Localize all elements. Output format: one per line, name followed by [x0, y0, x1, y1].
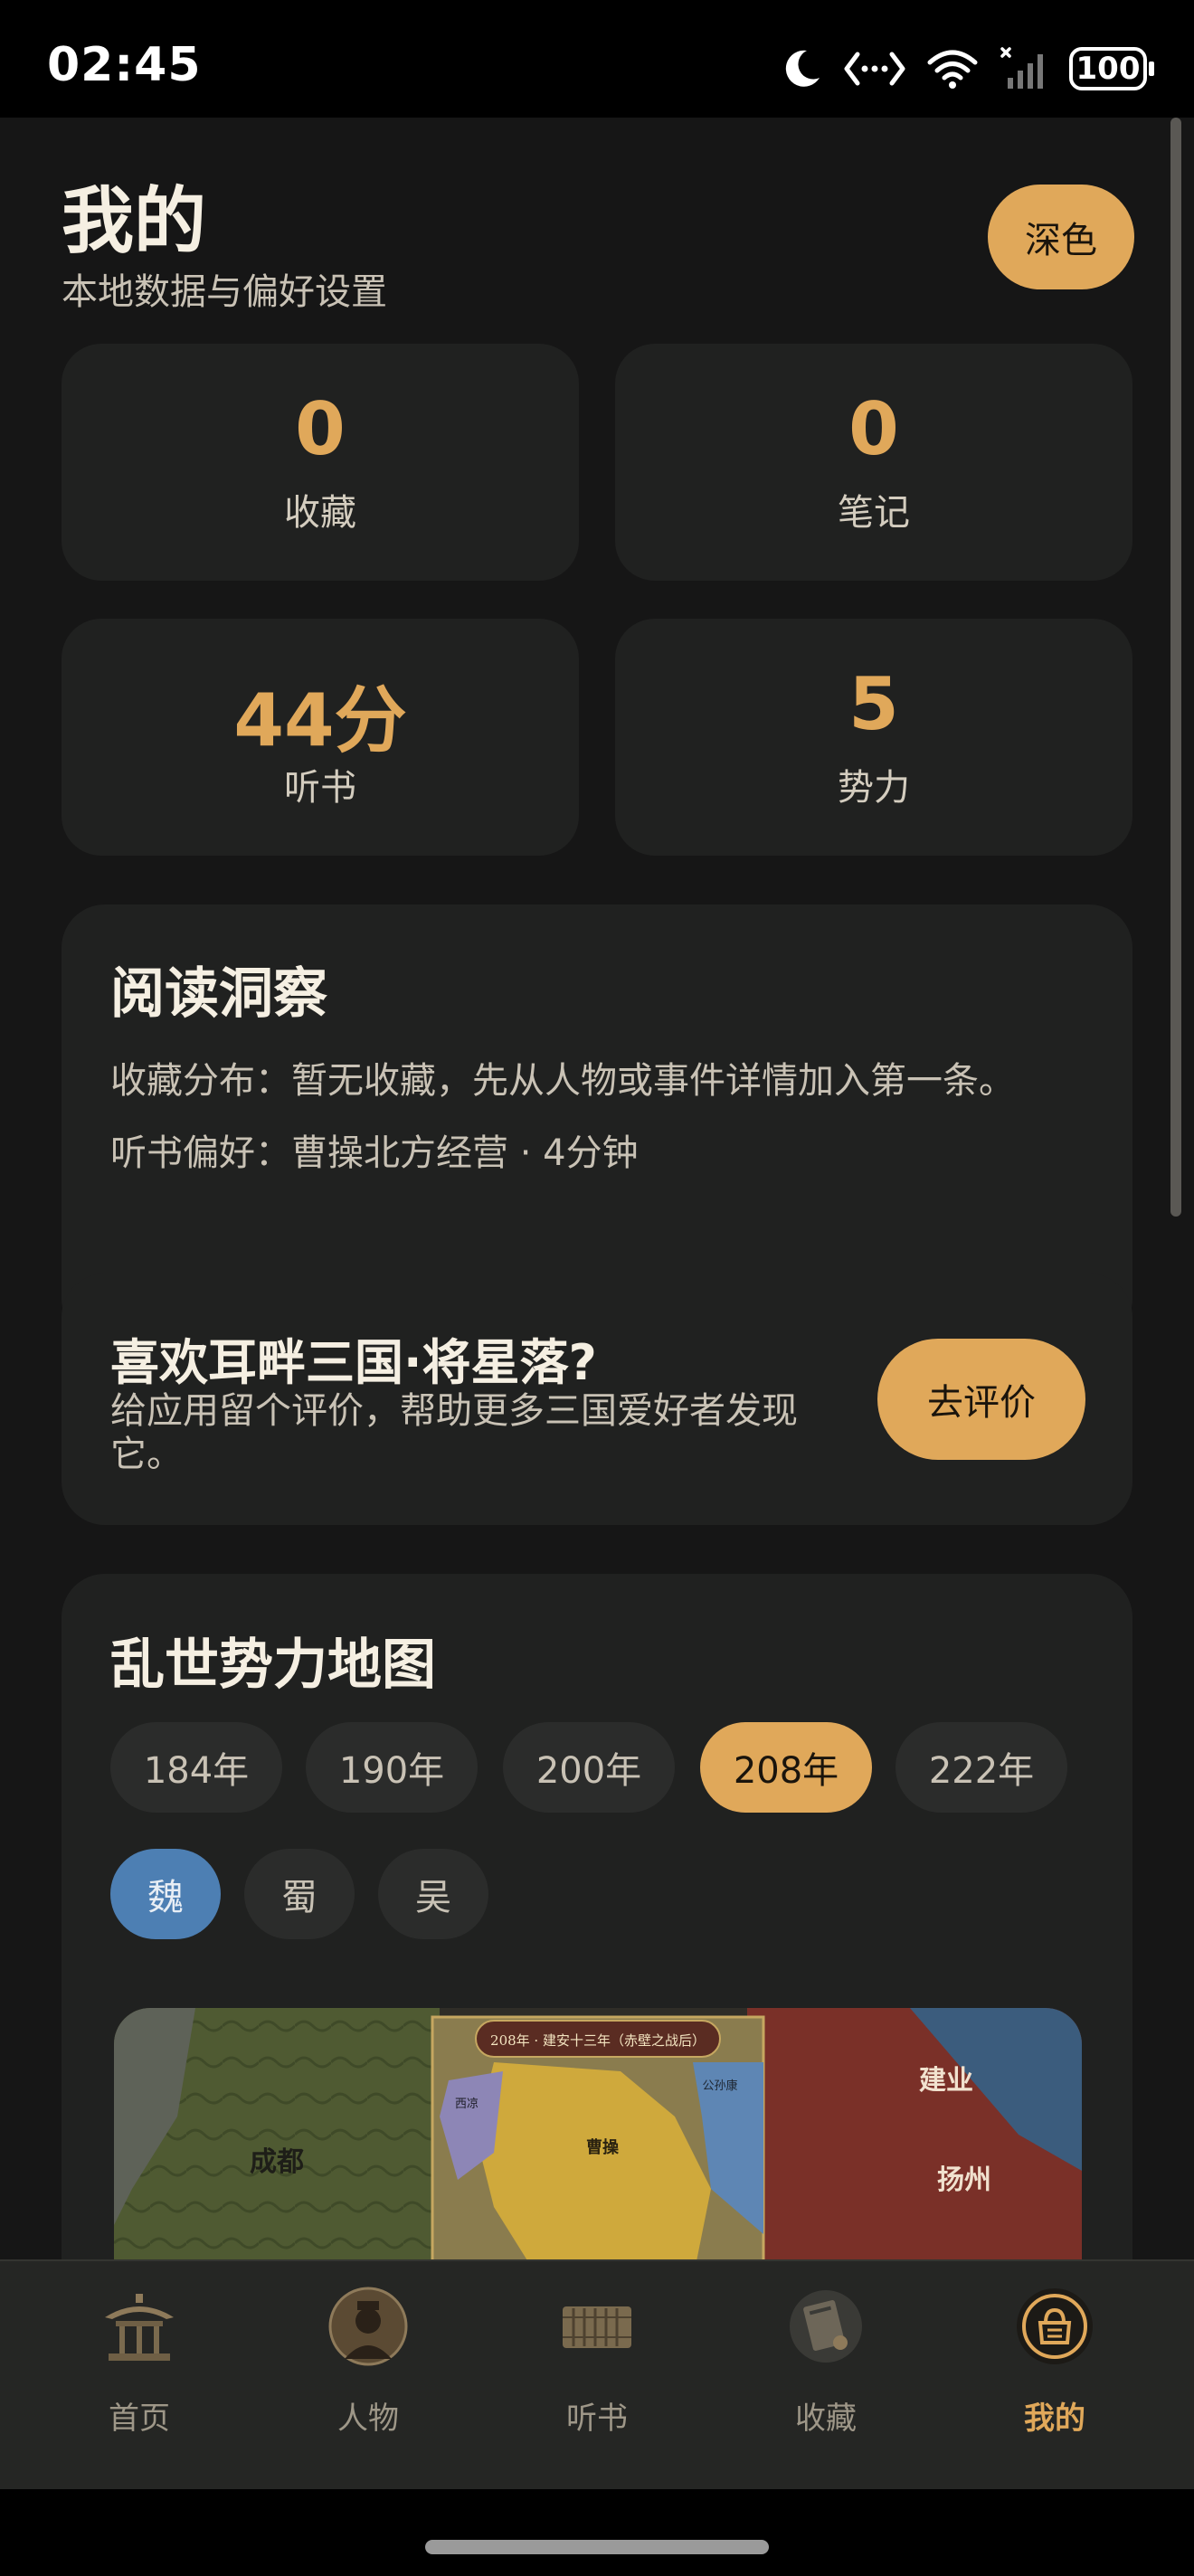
map-label-chengdu: 成都 — [250, 2146, 304, 2178]
stat-card-listening[interactable]: 44分 听书 — [62, 619, 579, 856]
stat-card-factions[interactable]: 5 势力 — [615, 619, 1132, 856]
pavilion-icon — [100, 2287, 179, 2366]
nav-label: 人物 — [337, 2401, 399, 2437]
cell-signal-icon — [999, 47, 1049, 90]
nav-item-characters[interactable]: 人物 — [278, 2287, 459, 2458]
status-time: 02:45 — [47, 38, 202, 92]
rate-title: 喜欢耳畔三国·将星落? — [110, 1334, 597, 1391]
profile-icon — [1015, 2287, 1094, 2366]
faction-chip-wu[interactable]: 吴 — [378, 1849, 488, 1939]
year-chip-200[interactable]: 200年 — [503, 1722, 675, 1813]
nav-label: 首页 — [109, 2401, 170, 2437]
code-icon — [843, 49, 906, 89]
faction-chip-shu[interactable]: 蜀 — [244, 1849, 355, 1939]
stat-card-favorites[interactable]: 0 收藏 — [62, 344, 579, 581]
insight-listening-line: 听书偏好：曹操北方经营 · 4分钟 — [110, 1132, 639, 1174]
map-label-xiliang: 西凉 — [455, 2098, 479, 2111]
status-bar: 02:45 100 — [0, 0, 1194, 118]
theme-toggle-button[interactable]: 深色 — [988, 185, 1134, 289]
gesture-bar-area — [0, 2489, 1194, 2576]
year-chip-222[interactable]: 222年 — [896, 1722, 1067, 1813]
stat-label: 听书 — [284, 767, 356, 809]
nav-item-home[interactable]: 首页 — [49, 2287, 230, 2458]
wifi-icon — [926, 48, 979, 90]
insight-favorites-line: 收藏分布：暂无收藏，先从人物或事件详情加入第一条。 — [110, 1060, 1015, 1102]
battery-icon: 100 — [1069, 47, 1154, 90]
nav-label: 听书 — [566, 2401, 628, 2437]
stat-label: 笔记 — [838, 492, 910, 534]
nav-item-favorites[interactable]: 收藏 — [735, 2287, 916, 2458]
map-label-caocao: 曹操 — [586, 2137, 620, 2157]
stat-card-notes[interactable]: 0 笔记 — [615, 344, 1132, 581]
rate-app-card: 喜欢耳畔三国·将星落? 给应用留个评价，帮助更多三国爱好者发现它。 去评价 — [62, 1274, 1132, 1525]
faction-chip-wei[interactable]: 魏 — [110, 1849, 221, 1939]
portrait-icon — [328, 2287, 408, 2366]
map-label-jianye: 建业 — [919, 2065, 973, 2097]
nav-label: 收藏 — [795, 2401, 857, 2437]
stat-value: 0 — [848, 387, 899, 471]
nav-item-audiobooks[interactable]: 听书 — [507, 2287, 687, 2458]
scrollbar[interactable] — [1170, 118, 1181, 1217]
map-caption: 208年 · 建安十三年（赤壁之战后） — [490, 2032, 706, 2049]
status-icons: 100 — [780, 42, 1154, 96]
moon-icon — [780, 47, 823, 90]
stat-value: 0 — [295, 387, 346, 471]
stat-label: 势力 — [838, 767, 910, 809]
year-chip-184[interactable]: 184年 — [110, 1722, 282, 1813]
home-indicator[interactable] — [425, 2540, 769, 2554]
year-chip-208[interactable]: 208年 — [700, 1722, 872, 1813]
stat-label: 收藏 — [284, 492, 356, 534]
map-title: 乱世势力地图 — [110, 1634, 436, 1697]
stat-value: 5 — [848, 662, 899, 746]
page-title: 我的 — [62, 179, 206, 263]
map-label-yangzhou: 扬州 — [937, 2164, 991, 2196]
page-subtitle: 本地数据与偏好设置 — [62, 271, 387, 313]
bamboo-scroll-icon — [557, 2287, 637, 2366]
insight-title: 阅读洞察 — [110, 962, 327, 1026]
year-chip-190[interactable]: 190年 — [306, 1722, 478, 1813]
bottom-nav: 首页 人物 听书 收藏 我的 — [0, 2259, 1194, 2489]
rate-button[interactable]: 去评价 — [877, 1339, 1085, 1460]
book-icon — [786, 2287, 866, 2366]
nav-label: 我的 — [1024, 2401, 1085, 2437]
profile-screen: 我的 本地数据与偏好设置 深色 0 收藏 0 笔记 44分 听书 5 势力 阅读… — [0, 118, 1194, 2489]
nav-item-profile[interactable]: 我的 — [964, 2287, 1145, 2458]
map-label-gongsunkang: 公孙康 — [702, 2079, 737, 2093]
rate-text: 给应用留个评价，帮助更多三国爱好者发现它。 — [110, 1390, 798, 1475]
stat-value: 44分 — [233, 678, 407, 762]
